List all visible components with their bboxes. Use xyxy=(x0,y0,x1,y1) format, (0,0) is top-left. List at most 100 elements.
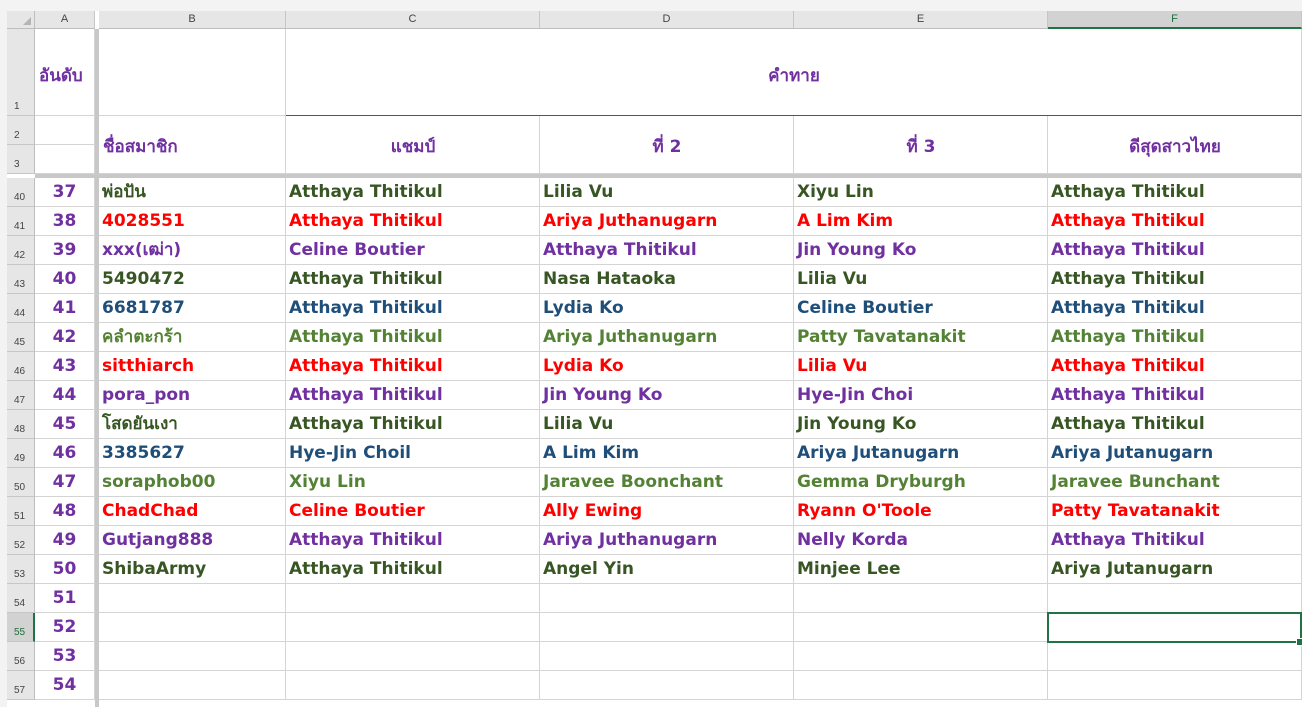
second-cell[interactable]: Jaravee Boonchant xyxy=(540,468,794,497)
rank-cell[interactable]: 47 xyxy=(35,468,95,497)
cell-a3[interactable] xyxy=(35,145,95,174)
predictions-header-cell[interactable]: คำทาย xyxy=(286,29,1302,116)
third-cell[interactable]: A Lim Kim xyxy=(794,207,1048,236)
champion-cell[interactable] xyxy=(286,613,540,642)
row-header-55[interactable]: 55 xyxy=(7,613,35,642)
champion-cell[interactable]: Atthaya Thitikul xyxy=(286,381,540,410)
rank-cell[interactable]: 44 xyxy=(35,381,95,410)
row-header-2[interactable]: 2 xyxy=(7,116,35,145)
third-cell[interactable] xyxy=(794,584,1048,613)
row-header-48[interactable]: 48 xyxy=(7,410,35,439)
row-header-43[interactable]: 43 xyxy=(7,265,35,294)
column-header-b[interactable]: B xyxy=(99,11,286,29)
second-cell[interactable] xyxy=(540,642,794,671)
rank-cell[interactable]: 41 xyxy=(35,294,95,323)
rank-cell[interactable]: 39 xyxy=(35,236,95,265)
rank-cell[interactable]: 43 xyxy=(35,352,95,381)
member-cell[interactable]: โสดยันเงา xyxy=(99,410,286,439)
second-cell[interactable]: Ariya Juthanugarn xyxy=(540,323,794,352)
rank-cell[interactable]: 37 xyxy=(35,178,95,207)
second-cell[interactable]: Lydia Ko xyxy=(540,294,794,323)
rank-cell[interactable]: 48 xyxy=(35,497,95,526)
rank-cell[interactable]: 38 xyxy=(35,207,95,236)
third-cell[interactable] xyxy=(794,642,1048,671)
champion-cell[interactable]: Atthaya Thitikul xyxy=(286,265,540,294)
row-header-51[interactable]: 51 xyxy=(7,497,35,526)
second-cell[interactable]: Ariya Juthanugarn xyxy=(540,526,794,555)
row-header-54[interactable]: 54 xyxy=(7,584,35,613)
champion-cell[interactable]: Atthaya Thitikul xyxy=(286,323,540,352)
champion-cell[interactable]: Xiyu Lin xyxy=(286,468,540,497)
cell-a2[interactable] xyxy=(35,116,95,145)
rank-cell[interactable]: 52 xyxy=(35,613,95,642)
best-thai-cell[interactable]: Atthaya Thitikul xyxy=(1048,236,1302,265)
third-cell[interactable]: Lilia Vu xyxy=(794,352,1048,381)
third-cell[interactable]: Celine Boutier xyxy=(794,294,1048,323)
second-cell[interactable]: Nasa Hataoka xyxy=(540,265,794,294)
third-cell[interactable]: Hye-Jin Choi xyxy=(794,381,1048,410)
third-header-cell[interactable]: ที่ 3 xyxy=(794,116,1048,174)
row-header-3[interactable]: 3 xyxy=(7,145,35,174)
member-header-cell[interactable]: ชื่อสมาชิก xyxy=(99,116,286,174)
member-cell[interactable] xyxy=(99,642,286,671)
third-cell[interactable]: Patty Tavatanakit xyxy=(794,323,1048,352)
champion-cell[interactable]: Hye-Jin Choil xyxy=(286,439,540,468)
second-cell[interactable]: Lilia Vu xyxy=(540,410,794,439)
row-header-42[interactable]: 42 xyxy=(7,236,35,265)
champion-cell[interactable]: Atthaya Thitikul xyxy=(286,526,540,555)
third-cell[interactable]: Lilia Vu xyxy=(794,265,1048,294)
second-cell[interactable]: Jin Young Ko xyxy=(540,381,794,410)
column-header-d[interactable]: D xyxy=(540,11,794,29)
champion-cell[interactable] xyxy=(286,642,540,671)
best-thai-cell[interactable]: Atthaya Thitikul xyxy=(1048,265,1302,294)
third-cell[interactable]: Minjee Lee xyxy=(794,555,1048,584)
rank-cell[interactable]: 49 xyxy=(35,526,95,555)
second-cell[interactable]: Atthaya Thitikul xyxy=(540,236,794,265)
rank-cell[interactable]: 51 xyxy=(35,584,95,613)
rank-header-cell[interactable]: อันดับ xyxy=(35,29,95,116)
member-cell[interactable]: ChadChad xyxy=(99,497,286,526)
best-thai-cell[interactable]: Atthaya Thitikul xyxy=(1048,207,1302,236)
champion-cell[interactable]: Atthaya Thitikul xyxy=(286,294,540,323)
best-thai-cell[interactable]: Atthaya Thitikul xyxy=(1048,323,1302,352)
second-header-cell[interactable]: ที่ 2 xyxy=(540,116,794,174)
cell-b1[interactable] xyxy=(99,29,286,116)
row-header-49[interactable]: 49 xyxy=(7,439,35,468)
second-cell[interactable] xyxy=(540,584,794,613)
second-cell[interactable]: Lydia Ko xyxy=(540,352,794,381)
row-header-47[interactable]: 47 xyxy=(7,381,35,410)
third-cell[interactable] xyxy=(794,613,1048,642)
row-header-1[interactable]: 1 xyxy=(7,29,35,116)
member-cell[interactable]: sitthiarch xyxy=(99,352,286,381)
champion-cell[interactable]: Atthaya Thitikul xyxy=(286,410,540,439)
best-thai-cell[interactable]: Patty Tavatanakit xyxy=(1048,497,1302,526)
member-cell[interactable]: 3385627 xyxy=(99,439,286,468)
spreadsheet-grid[interactable]: A B C D E F 1 2 3 อันดับ ชื่อสมาชิก คำทา… xyxy=(0,0,1302,707)
row-header-44[interactable]: 44 xyxy=(7,294,35,323)
champion-cell[interactable]: Atthaya Thitikul xyxy=(286,555,540,584)
best-thai-cell[interactable]: Atthaya Thitikul xyxy=(1048,294,1302,323)
rank-cell[interactable]: 54 xyxy=(35,671,95,700)
fill-handle[interactable] xyxy=(1296,638,1302,646)
third-cell[interactable]: Jin Young Ko xyxy=(794,236,1048,265)
row-header-41[interactable]: 41 xyxy=(7,207,35,236)
champion-cell[interactable]: Celine Boutier xyxy=(286,236,540,265)
best-thai-header-cell[interactable]: ดีสุดสาวไทย xyxy=(1048,116,1302,174)
member-cell[interactable]: ShibaArmy xyxy=(99,555,286,584)
best-thai-cell[interactable]: Ariya Jutanugarn xyxy=(1048,439,1302,468)
second-cell[interactable] xyxy=(540,671,794,700)
rank-cell[interactable]: 46 xyxy=(35,439,95,468)
best-thai-cell[interactable]: Ariya Jutanugarn xyxy=(1048,555,1302,584)
member-cell[interactable] xyxy=(99,613,286,642)
row-header-53[interactable]: 53 xyxy=(7,555,35,584)
member-cell[interactable]: Gutjang888 xyxy=(99,526,286,555)
row-header-46[interactable]: 46 xyxy=(7,352,35,381)
select-all-corner[interactable] xyxy=(7,11,35,29)
second-cell[interactable]: Angel Yin xyxy=(540,555,794,584)
best-thai-cell[interactable]: Atthaya Thitikul xyxy=(1048,410,1302,439)
row-header-45[interactable]: 45 xyxy=(7,323,35,352)
member-cell[interactable] xyxy=(99,584,286,613)
champion-header-cell[interactable]: แชมป์ xyxy=(286,116,540,174)
third-cell[interactable]: Gemma Dryburgh xyxy=(794,468,1048,497)
member-cell[interactable]: xxx(เฒ่า) xyxy=(99,236,286,265)
